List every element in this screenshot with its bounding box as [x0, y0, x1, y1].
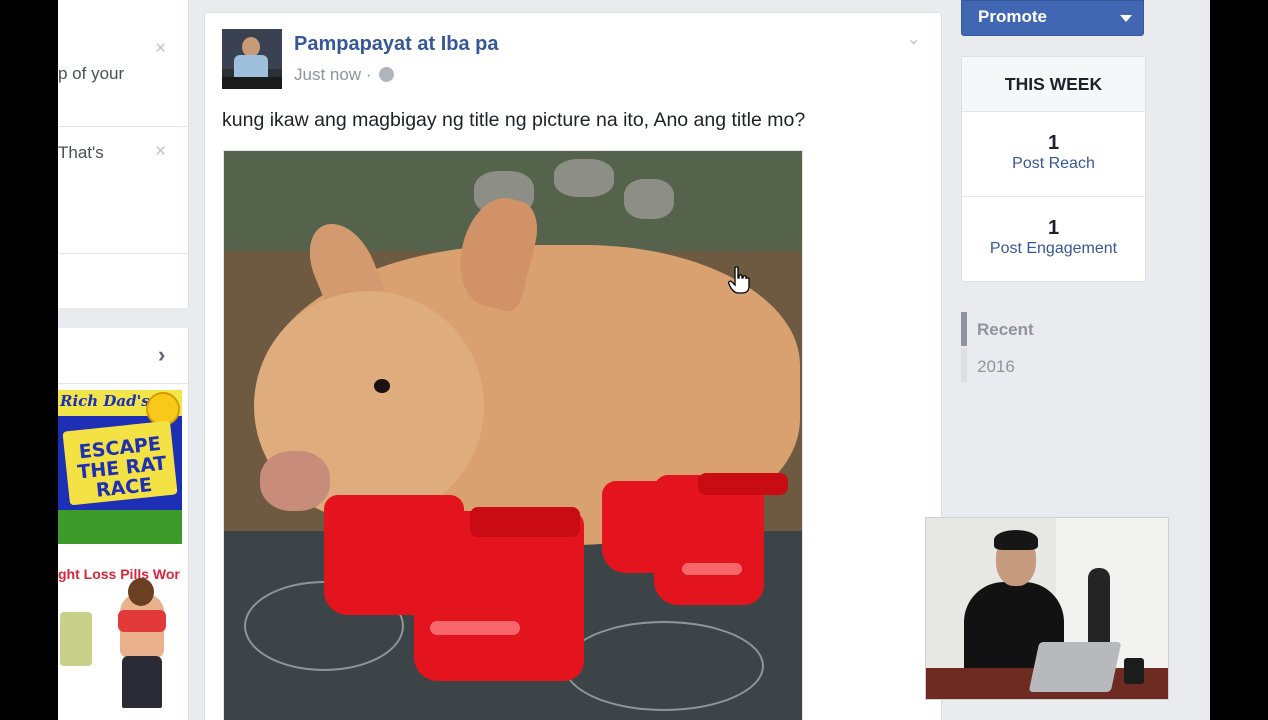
post-meta: Just now ·	[294, 65, 395, 85]
caret-down-icon[interactable]	[1120, 15, 1132, 22]
close-icon[interactable]: ×	[155, 38, 166, 60]
timeline-recent-link[interactable]: Recent	[977, 320, 1034, 340]
ad-model-top	[118, 610, 166, 632]
stat-label[interactable]: Post Reach	[962, 154, 1145, 174]
post-card: Pampapayat at Iba pa Just now · ⌄ kung i…	[204, 12, 942, 720]
stat-post-reach[interactable]: 1 Post Reach	[962, 112, 1145, 197]
stat-label[interactable]: Post Engagement	[962, 239, 1145, 259]
stat-value: 1	[1047, 217, 1060, 239]
timeline-nav: Recent 2016	[961, 312, 1141, 384]
ad-model-legs	[122, 656, 162, 708]
promote-label: Promote	[978, 7, 1047, 26]
boot-shine	[682, 563, 742, 575]
photo-rock	[624, 179, 674, 219]
page-avatar[interactable]	[222, 29, 282, 89]
timeline-indicator	[961, 348, 967, 382]
chevron-down-icon[interactable]: ⌄	[907, 29, 920, 49]
close-icon[interactable]: ×	[155, 141, 166, 163]
timeline-active-indicator	[961, 312, 967, 346]
photo-rock	[554, 159, 614, 197]
boot-top	[698, 473, 788, 495]
boot-top	[470, 507, 580, 537]
notifications-panel: p of your × That's ×	[58, 0, 189, 308]
this-week-card: THIS WEEK 1 Post Reach 1 Post Engagement	[961, 56, 1146, 282]
notification-text: p of your	[58, 64, 125, 83]
week-title: THIS WEEK	[962, 57, 1145, 112]
book-brand: Rich Dad's	[60, 392, 150, 410]
stat-post-engagement[interactable]: 1 Post Engagement	[962, 197, 1145, 282]
webcam-presenter-hair	[994, 530, 1038, 550]
ad-bottle	[60, 612, 92, 666]
timeline-year-link[interactable]: 2016	[977, 357, 1015, 377]
ads-header[interactable]: ›	[58, 328, 188, 384]
post-text: kung ikaw ang magbigay ng title ng pictu…	[222, 109, 806, 131]
facebook-page: p of your × That's × › Rich Dad's ESCAPE…	[58, 0, 1210, 720]
stat-value: 1	[1047, 132, 1060, 154]
avatar-desk	[222, 77, 282, 89]
book-ad-image[interactable]: Rich Dad's ESCAPE THE RAT RACE	[58, 390, 182, 544]
page-name-link[interactable]: Pampapayat at Iba pa	[294, 33, 499, 56]
photo-ripple	[564, 621, 764, 711]
ad-headline: ght Loss Pills Wor	[58, 566, 180, 582]
webcam-laptop	[1028, 642, 1122, 692]
pig-snout	[260, 451, 330, 511]
webcam-overlay	[925, 517, 1169, 700]
hand-cursor-icon	[728, 266, 750, 294]
ads-panel: › Rich Dad's ESCAPE THE RAT RACE ght Los…	[58, 328, 189, 720]
notification-item[interactable]: p of your ×	[58, 0, 188, 127]
boot-shine	[430, 621, 520, 635]
meta-separator: ·	[365, 65, 372, 84]
promote-button[interactable]: Promote	[961, 0, 1144, 36]
avatar-head	[242, 37, 260, 57]
notification-item[interactable]: That's ×	[58, 127, 188, 254]
webcam-mug	[1124, 658, 1144, 684]
pig-eye	[374, 379, 390, 393]
ad-model-head	[128, 578, 154, 606]
post-timestamp[interactable]: Just now	[294, 65, 361, 84]
globe-icon[interactable]	[379, 67, 395, 82]
notification-text: That's	[58, 143, 104, 162]
book-ground	[58, 510, 182, 544]
book-title: ESCAPE THE RAT RACE	[76, 432, 168, 502]
weight-loss-ad-image[interactable]: ght Loss Pills Wor	[58, 552, 182, 708]
chevron-right-icon[interactable]: ›	[158, 342, 165, 368]
post-photo[interactable]	[223, 150, 803, 720]
